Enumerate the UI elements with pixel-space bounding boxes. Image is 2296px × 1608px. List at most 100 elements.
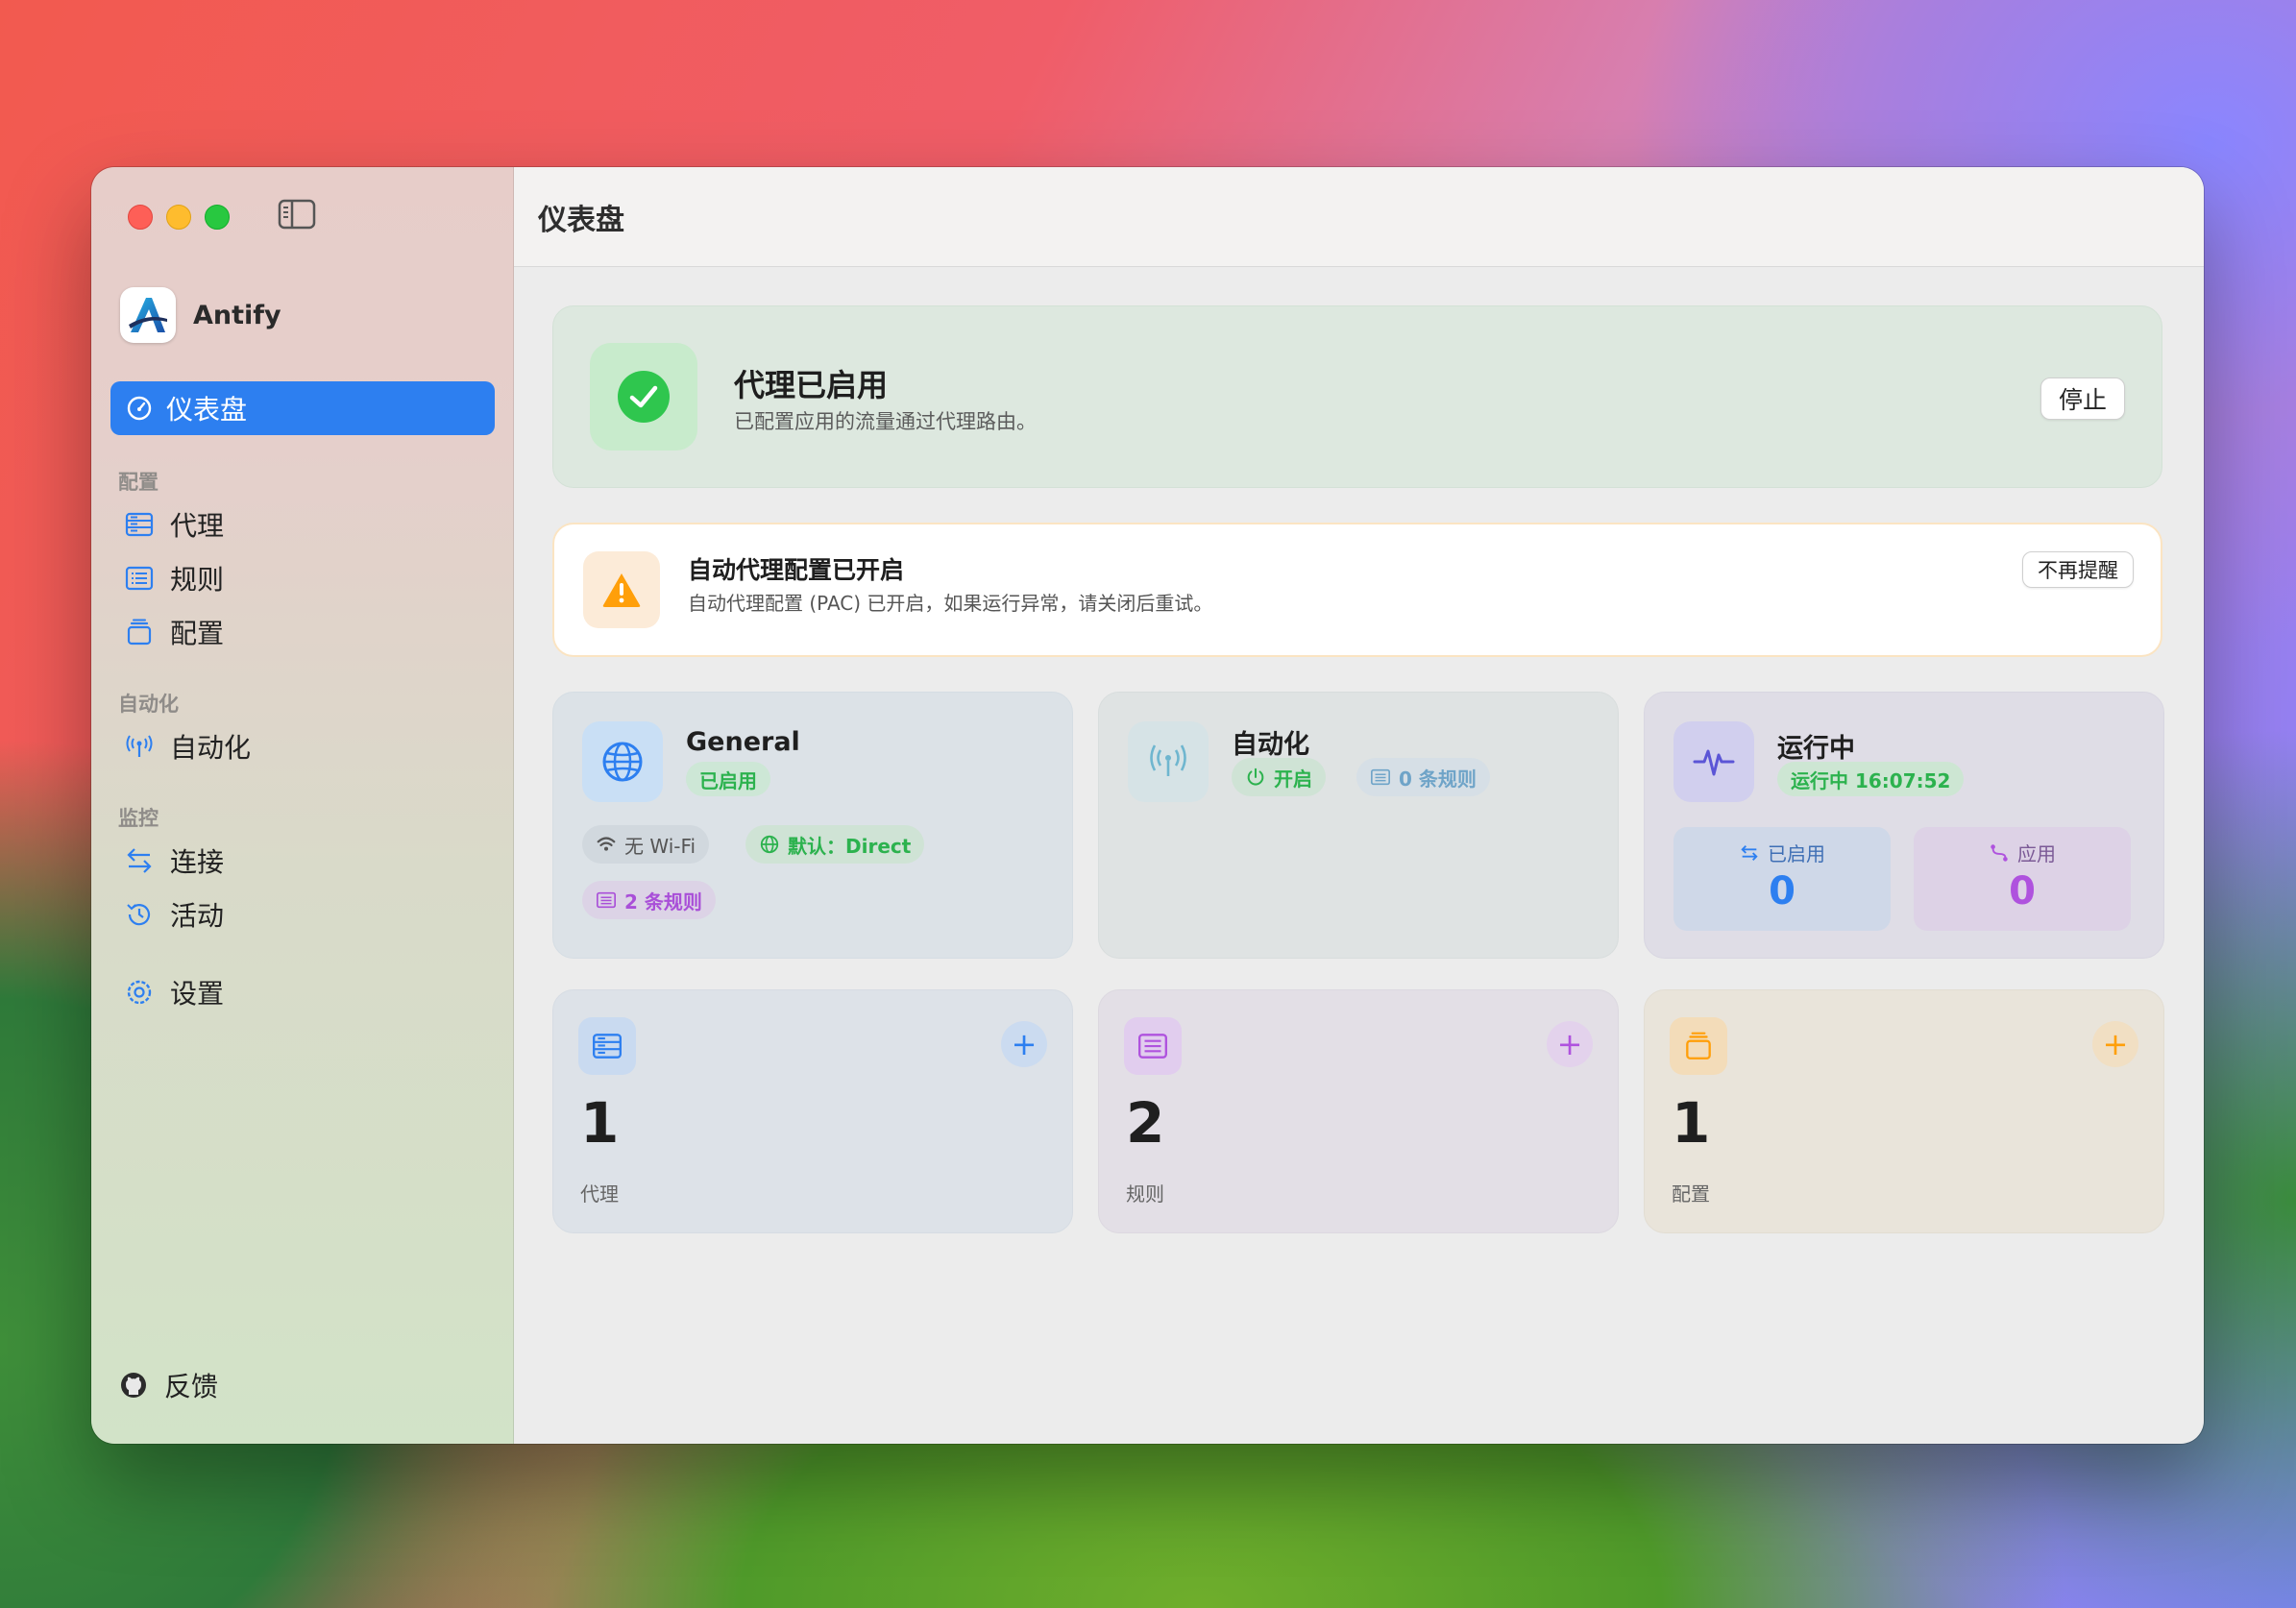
- warning-title: 自动代理配置已开启: [688, 556, 905, 584]
- uptime-badge: 运行中 16:07:52: [1777, 762, 1965, 796]
- add-profile-button[interactable]: +: [2092, 1021, 2138, 1067]
- sidebar-item-label: 规则: [170, 564, 225, 596]
- close-window-button[interactable]: [128, 205, 153, 230]
- default-route-label: 默认：Direct: [788, 834, 912, 858]
- sidebar-section-config: 配置: [118, 471, 159, 494]
- checkmark-circle-icon: [618, 371, 670, 423]
- rules-count-label: 规则: [1126, 1182, 1164, 1206]
- arrows-left-right-icon: [1741, 844, 1758, 861]
- window-controls: [128, 205, 230, 230]
- automation-state-label: 开启: [1274, 767, 1312, 791]
- sidebar-item-label: 代理: [170, 510, 225, 542]
- profiles-count-label: 配置: [1672, 1182, 1710, 1206]
- status-title: 代理已启用: [734, 367, 889, 403]
- antenna-icon-container: [1128, 721, 1209, 802]
- profiles-count-card[interactable]: + 1 配置: [1644, 989, 2164, 1233]
- enabled-badge: 已启用: [686, 762, 770, 796]
- sidebar-item-profiles[interactable]: 配置: [124, 611, 224, 653]
- default-route-pill: 默认：Direct: [745, 825, 925, 864]
- warning-triangle-icon: [602, 573, 641, 607]
- sidebar-toggle-icon[interactable]: [278, 199, 316, 230]
- general-profile-card[interactable]: General 已启用 无 Wi-Fi 默认：Direct 2 条规则: [552, 692, 1073, 959]
- automation-rules-label: 0 条规则: [1399, 767, 1477, 791]
- gear-icon: [127, 980, 152, 1005]
- waveform-icon-container: [1673, 721, 1754, 802]
- sidebar-item-label: 活动: [170, 900, 225, 932]
- rules-count-pill: 2 条规则: [582, 881, 716, 919]
- arrows-left-right-icon: [127, 848, 152, 873]
- antenna-icon: [1150, 744, 1186, 776]
- rules-count-card[interactable]: + 2 规则: [1098, 989, 1619, 1233]
- sidebar: Antify 仪表盘 配置 代理 规则 配置 自动化 自动化 监控 连接 活动 …: [91, 167, 514, 1444]
- globe-icon: [602, 742, 643, 782]
- wifi-icon: [597, 837, 616, 851]
- profile-title: General: [686, 727, 800, 757]
- add-rule-button[interactable]: +: [1547, 1021, 1593, 1067]
- warning-icon-container: [583, 551, 660, 628]
- enabled-stat-label: 已启用: [1673, 839, 1891, 866]
- sidebar-item-proxy[interactable]: 代理: [124, 503, 224, 546]
- enabled-stat-text: 已启用: [1768, 842, 1825, 865]
- github-icon: [121, 1373, 146, 1398]
- gauge-icon: [127, 396, 152, 421]
- stack-icon: [1686, 1032, 1711, 1060]
- sidebar-item-dashboard[interactable]: 仪表盘: [110, 381, 495, 435]
- main-content: 仪表盘 代理已启用 已配置应用的流量通过代理路由。 停止 自动代理配置已开启 自…: [514, 167, 2204, 1444]
- sidebar-item-label: 连接: [170, 846, 225, 878]
- stack-icon: [127, 619, 152, 646]
- apps-stat-value: 0: [2009, 869, 2036, 914]
- app-name: Antify: [193, 300, 281, 330]
- server-icon: [125, 512, 154, 537]
- server-icon-container: [578, 1017, 636, 1075]
- add-proxy-button[interactable]: +: [1001, 1021, 1047, 1067]
- proxy-count: 1: [580, 1090, 620, 1156]
- sidebar-item-label: 设置: [170, 978, 225, 1010]
- sidebar-item-label: 仪表盘: [166, 394, 248, 426]
- enabled-stat-value: 0: [1769, 869, 1795, 914]
- enabled-badge-label: 已启用: [699, 768, 757, 792]
- sidebar-item-settings[interactable]: 设置: [124, 971, 224, 1013]
- zoom-window-button[interactable]: [205, 205, 230, 230]
- pac-warning-card: 自动代理配置已开启 自动代理配置 (PAC) 已开启，如果运行异常，请关闭后重试…: [552, 523, 2162, 657]
- running-title: 运行中: [1777, 734, 1855, 764]
- enabled-stat: 已启用 0: [1673, 827, 1891, 931]
- profiles-count: 1: [1672, 1090, 1711, 1156]
- proxy-status-card: 代理已启用 已配置应用的流量通过代理路由。 停止: [552, 305, 2162, 488]
- rules-count: 2: [1126, 1090, 1165, 1156]
- sidebar-item-activity[interactable]: 活动: [124, 893, 224, 936]
- wifi-label: 无 Wi-Fi: [624, 834, 696, 858]
- route-icon: [1991, 843, 2008, 862]
- sidebar-item-rules[interactable]: 规则: [124, 557, 224, 599]
- server-icon: [593, 1034, 622, 1059]
- globe-small-icon: [760, 835, 779, 854]
- sidebar-item-label: 自动化: [170, 732, 252, 764]
- automation-card[interactable]: 自动化 开启 0 条规则: [1098, 692, 1619, 959]
- rules-count-label: 2 条规则: [624, 889, 702, 914]
- apps-stat: 应用 0: [1914, 827, 2131, 931]
- stop-button[interactable]: 停止: [2040, 378, 2125, 420]
- automation-rules-pill: 0 条规则: [1356, 758, 1490, 796]
- running-status-card: 运行中 运行中 16:07:52 已启用 0 应用 0: [1644, 692, 2164, 959]
- list-icon: [125, 566, 154, 591]
- app-window: Antify 仪表盘 配置 代理 规则 配置 自动化 自动化 监控 连接 活动 …: [91, 167, 2204, 1444]
- stack-icon-container: [1670, 1017, 1727, 1075]
- history-icon: [127, 904, 151, 926]
- sidebar-section-automation: 自动化: [118, 693, 179, 716]
- dismiss-button[interactable]: 不再提醒: [2022, 551, 2134, 588]
- sidebar-item-connections[interactable]: 连接: [124, 840, 224, 882]
- wifi-pill: 无 Wi-Fi: [582, 825, 710, 864]
- sidebar-section-monitor: 监控: [118, 807, 159, 830]
- proxy-count-card[interactable]: + 1 代理: [552, 989, 1073, 1233]
- sidebar-item-automation[interactable]: 自动化: [124, 725, 251, 767]
- automation-state-pill: 开启: [1232, 758, 1326, 796]
- sidebar-item-feedback[interactable]: 反馈: [118, 1364, 218, 1406]
- app-header: Antify: [120, 287, 281, 343]
- antenna-icon: [126, 735, 153, 757]
- proxy-count-label: 代理: [580, 1182, 619, 1206]
- sidebar-item-label: 反馈: [164, 1371, 219, 1402]
- automation-title: 自动化: [1232, 730, 1309, 760]
- warning-subtitle: 自动代理配置 (PAC) 已开启，如果运行异常，请关闭后重试。: [688, 592, 1213, 615]
- minimize-window-button[interactable]: [166, 205, 191, 230]
- apps-stat-text: 应用: [2017, 842, 2056, 865]
- uptime-label: 运行中 16:07:52: [1791, 768, 1951, 792]
